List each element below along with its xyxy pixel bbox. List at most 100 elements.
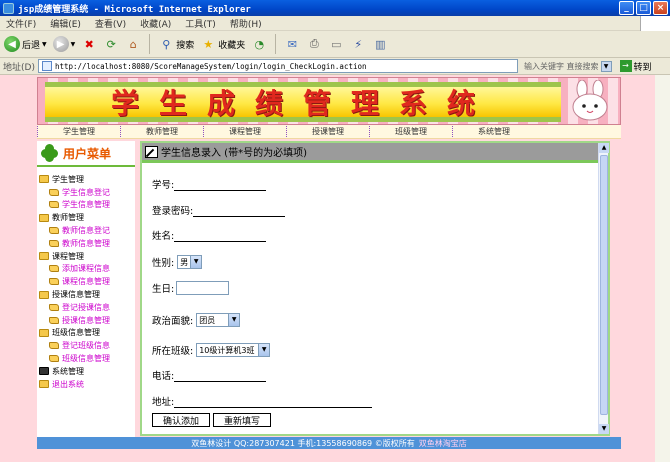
keyword-search-hint[interactable]: 输入关键字 直接搜索 bbox=[524, 61, 599, 72]
row-student-id: 学号: bbox=[152, 177, 267, 191]
edit-page-icon[interactable]: ▭ bbox=[328, 36, 344, 52]
sidebar-group-system[interactable]: 系统管理 bbox=[39, 365, 135, 378]
page-leaf-icon bbox=[49, 188, 59, 196]
sidebar-item-student-register[interactable]: 学生信息登记 bbox=[39, 186, 135, 199]
nav-teacher-management[interactable]: 教师管理 bbox=[120, 126, 203, 137]
password-label: 登录密码: bbox=[152, 206, 194, 217]
nav-class-management[interactable]: 班级管理 bbox=[369, 126, 452, 137]
sidebar-header: 用户菜单 bbox=[37, 141, 135, 167]
sidebar-group-teaching[interactable]: 授课信息管理 bbox=[39, 288, 135, 301]
refresh-icon[interactable]: ⟳ bbox=[103, 36, 119, 52]
page-leaf-icon bbox=[49, 303, 59, 311]
menu-tools[interactable]: 工具(T) bbox=[185, 17, 216, 30]
address-field-input[interactable] bbox=[174, 397, 373, 408]
scroll-down-icon[interactable]: ▼ bbox=[599, 424, 609, 434]
scroll-up-icon[interactable]: ▲ bbox=[599, 143, 609, 153]
sidebar-group-teacher[interactable]: 教师管理 bbox=[39, 211, 135, 224]
minimize-button[interactable]: _ bbox=[619, 1, 634, 15]
forward-dropdown-icon[interactable]: ▼ bbox=[71, 41, 76, 48]
row-birthday: 生日: bbox=[152, 281, 230, 295]
stop-icon[interactable]: ✖ bbox=[81, 36, 97, 52]
page-leaf-icon bbox=[49, 278, 59, 286]
maximize-button[interactable]: □ bbox=[636, 1, 651, 15]
sidebar-item-course-manage[interactable]: 课程信息管理 bbox=[39, 275, 135, 288]
form-header: 学生信息录入 (带*号的为必填项) bbox=[142, 143, 608, 163]
submit-button[interactable]: 确认添加 bbox=[152, 413, 211, 427]
sidebar-item-class-manage[interactable]: 班级信息管理 bbox=[39, 352, 135, 365]
password-input[interactable] bbox=[193, 206, 286, 217]
sidebar-group-class[interactable]: 班级信息管理 bbox=[39, 327, 135, 340]
sidebar-tree: 学生管理 学生信息登记 学生信息管理 教师管理 教师信息登记 教师信息管理 课程… bbox=[37, 167, 135, 391]
site-title: 学生成绩管理系统 bbox=[110, 87, 495, 120]
edit-icon bbox=[145, 145, 158, 158]
home-icon[interactable]: ⌂ bbox=[125, 36, 141, 52]
folder-icon bbox=[39, 252, 49, 261]
name-input[interactable] bbox=[174, 231, 267, 242]
address-field-label: 地址: bbox=[152, 397, 175, 408]
birthday-label: 生日: bbox=[152, 284, 175, 295]
footer-shop-link[interactable]: 双鱼林淘宝店 bbox=[419, 438, 467, 449]
sidebar-item-course-add[interactable]: 添加课程信息 bbox=[39, 263, 135, 276]
sidebar-item-logout[interactable]: 退出系统 bbox=[39, 378, 135, 391]
forward-button[interactable]: ▶ ▼ bbox=[52, 36, 76, 52]
sidebar-item-teaching-register[interactable]: 登记授课信息 bbox=[39, 301, 135, 314]
favorites-button[interactable]: ★ 收藏夹 bbox=[200, 36, 245, 52]
window-title: jsp成绩管理系统 - Microsoft Internet Explorer bbox=[18, 4, 251, 15]
page-scrollbar[interactable] bbox=[655, 75, 670, 462]
menu-view[interactable]: 查看(V) bbox=[95, 17, 126, 30]
politics-select[interactable]: 团员 ▼ bbox=[196, 313, 241, 327]
go-button[interactable]: → 转到 bbox=[619, 60, 652, 73]
row-buttons: 确认添加 重新填写 bbox=[152, 413, 272, 427]
politics-value: 团员 bbox=[199, 315, 216, 325]
row-phone: 电话: bbox=[152, 368, 267, 382]
sidebar-item-class-register[interactable]: 登记班级信息 bbox=[39, 339, 135, 352]
mail-icon[interactable]: ✉ bbox=[284, 36, 300, 52]
back-button[interactable]: ◀ 后退 ▼ bbox=[4, 36, 47, 52]
print-icon[interactable]: ⎙ bbox=[306, 36, 322, 52]
gender-select[interactable]: 男 ▼ bbox=[177, 255, 203, 269]
menu-file[interactable]: 文件(F) bbox=[6, 17, 36, 30]
nav-system-management[interactable]: 系统管理 bbox=[452, 126, 535, 137]
window-title-bar[interactable]: jsp成绩管理系统 - Microsoft Internet Explorer … bbox=[0, 0, 670, 16]
menu-favorites[interactable]: 收藏(A) bbox=[140, 17, 171, 30]
history-icon[interactable]: ◔ bbox=[251, 36, 267, 52]
search-button[interactable]: ⚲ 搜索 bbox=[158, 36, 194, 52]
address-input[interactable]: http://localhost:8080/ScoreManageSystem/… bbox=[37, 59, 518, 73]
nav-teaching-management[interactable]: 授课管理 bbox=[286, 126, 369, 137]
favorites-label: 收藏夹 bbox=[218, 40, 246, 51]
messenger-icon[interactable]: ⚡ bbox=[350, 36, 366, 52]
toolbar-separator bbox=[149, 34, 151, 54]
row-name: 姓名: bbox=[152, 228, 267, 242]
class-value: 10级计算机3班 bbox=[199, 345, 255, 355]
menu-help[interactable]: 帮助(H) bbox=[230, 17, 262, 30]
form-scrollbar[interactable]: ▲ ▼ bbox=[598, 143, 609, 434]
row-password: 登录密码: bbox=[152, 203, 286, 217]
class-select[interactable]: 10级计算机3班 ▼ bbox=[196, 343, 271, 357]
sidebar-item-teacher-register[interactable]: 教师信息登记 bbox=[39, 224, 135, 237]
sidebar-group-course[interactable]: 课程管理 bbox=[39, 250, 135, 263]
nav-student-management[interactable]: 学生管理 bbox=[37, 126, 120, 137]
politics-label: 政治面貌: bbox=[152, 316, 194, 327]
scroll-thumb[interactable] bbox=[600, 155, 608, 415]
clover-icon bbox=[41, 144, 59, 162]
keyword-dropdown-icon[interactable]: ▼ bbox=[600, 60, 612, 72]
birthday-input[interactable] bbox=[176, 281, 230, 295]
dropdown-arrow-icon: ▼ bbox=[190, 256, 202, 268]
go-label: 转到 bbox=[633, 62, 652, 73]
student-id-input[interactable] bbox=[174, 180, 267, 191]
nav-course-management[interactable]: 课程管理 bbox=[203, 126, 286, 137]
back-dropdown-icon[interactable]: ▼ bbox=[42, 41, 47, 48]
sidebar-item-teacher-manage[interactable]: 教师信息管理 bbox=[39, 237, 135, 250]
student-form-panel: 学生信息录入 (带*号的为必填项) 学号: 登录密码: 姓名: 性别: 男 ▼ bbox=[140, 141, 610, 436]
page-footer: 双鱼林设计 QQ:287307421 手机:13558690869 ©版权所有 … bbox=[37, 437, 621, 449]
phone-input[interactable] bbox=[174, 371, 267, 382]
reset-button[interactable]: 重新填写 bbox=[213, 413, 272, 427]
go-arrow-icon: → bbox=[619, 60, 632, 72]
close-button[interactable]: × bbox=[653, 1, 668, 15]
banner-title-strip: 学生成绩管理系统 bbox=[45, 82, 561, 122]
sidebar-group-student[interactable]: 学生管理 bbox=[39, 173, 135, 186]
research-icon[interactable]: ▥ bbox=[372, 36, 388, 52]
sidebar-item-student-manage[interactable]: 学生信息管理 bbox=[39, 199, 135, 212]
menu-edit[interactable]: 编辑(E) bbox=[50, 17, 81, 30]
sidebar-item-teaching-manage[interactable]: 授课信息管理 bbox=[39, 314, 135, 327]
